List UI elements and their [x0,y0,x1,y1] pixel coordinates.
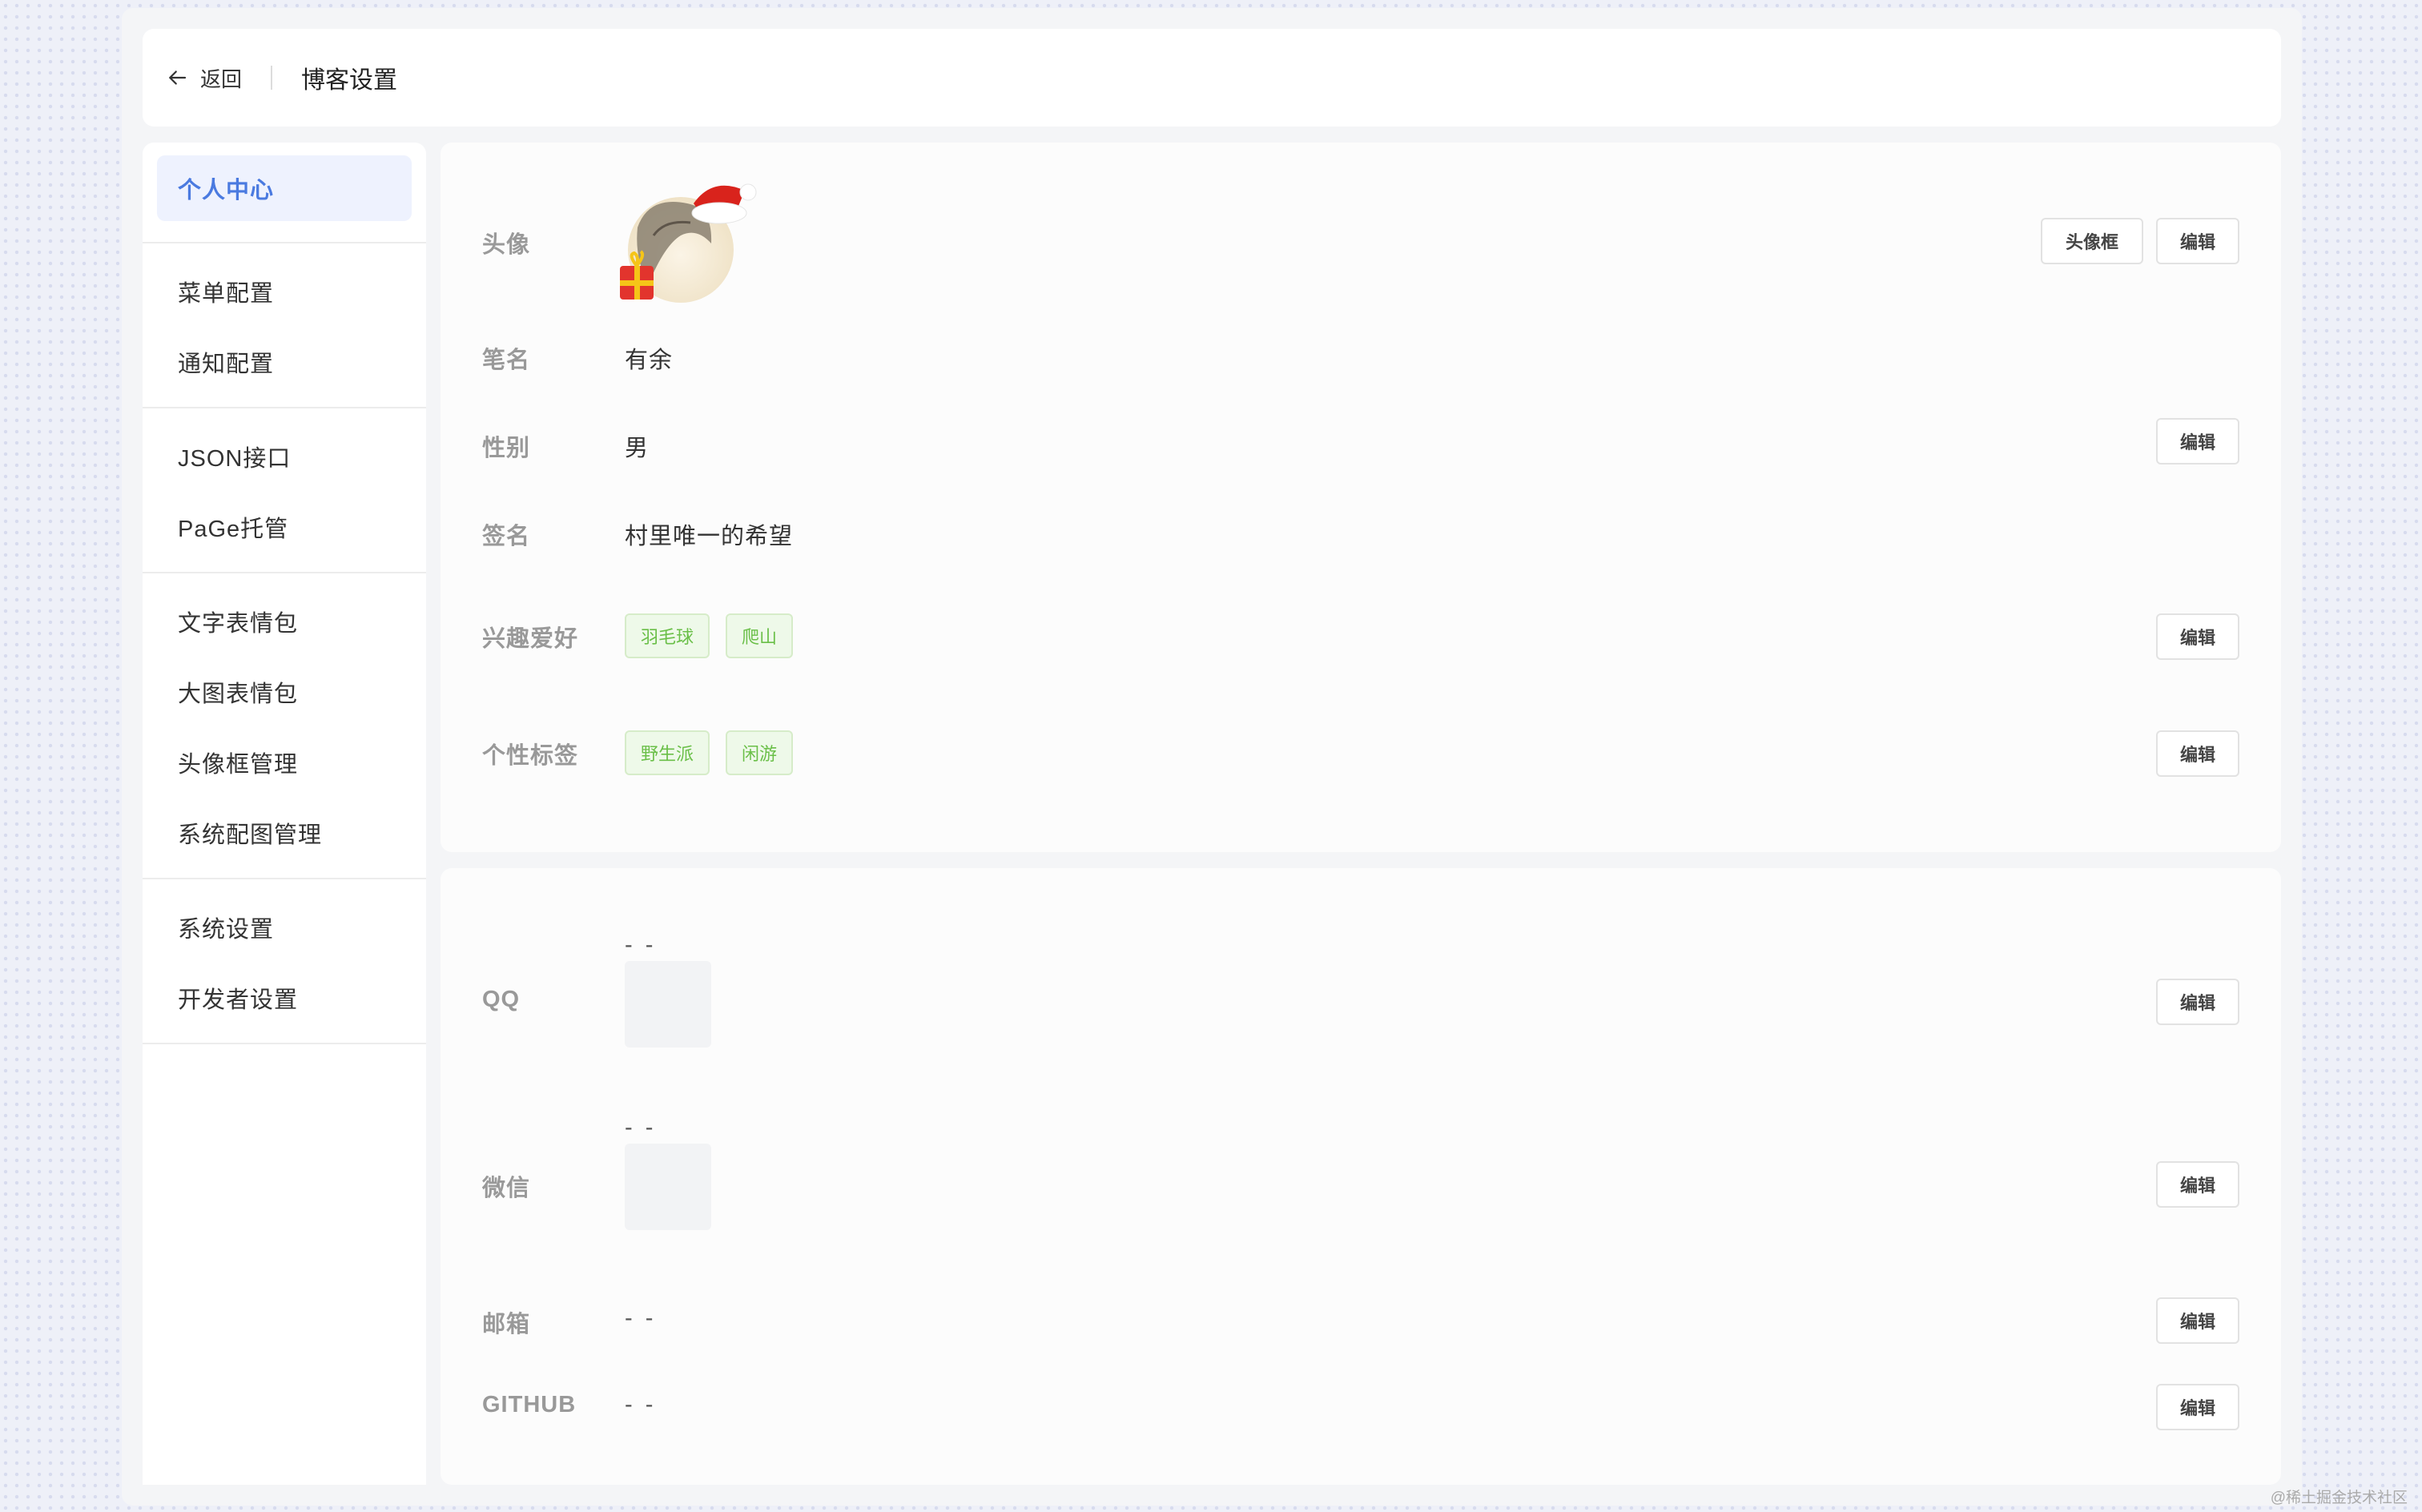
penname-row: 笔名 有余 [441,341,2281,389]
sidebar-item-menu-config[interactable]: 菜单配置 [143,256,426,327]
edit-hobbies-button[interactable]: 编辑 [2156,613,2239,660]
sidebar-item-image-emoji[interactable]: 大图表情包 [143,657,426,727]
sidebar-item-system-settings[interactable]: 系统设置 [143,892,426,963]
qq-label: QQ [482,987,521,1012]
signature-row: 签名 村里唯一的希望 [441,517,2281,565]
tags-row: 个性标签 野生派 闲游 编辑 [441,729,2281,777]
signature-value: 村里唯一的希望 [625,524,794,549]
signature-label: 签名 [482,524,531,549]
avatar-label: 头像 [482,232,531,258]
edit-email-button[interactable]: 编辑 [2156,1297,2239,1344]
top-bar: 返回 博客设置 [143,29,2281,127]
sidebar-group: JSON接口 PaGe托管 [143,408,426,573]
hobbies-label: 兴趣爱好 [482,626,579,652]
qq-row: - - QQ 编辑 [441,932,2281,1076]
personal-tag: 闲游 [726,730,794,775]
sidebar-item-page-hosting[interactable]: PaGe托管 [143,492,426,562]
sidebar: 个人中心 菜单配置 通知配置 JSON接口 PaGe托管 文字表情包 大图表情包… [143,143,426,1485]
github-row: GITHUB - - 编辑 [441,1384,2281,1440]
avatar-frame-button[interactable]: 头像框 [2041,218,2143,264]
gender-label: 性别 [482,436,531,461]
github-label: GITHUB [482,1392,577,1418]
sidebar-item-personal-center[interactable]: 个人中心 [157,155,412,221]
wechat-value: - - [625,1115,657,1140]
page-title: 博客设置 [301,67,398,94]
avatar-row: 头像 头像框 编辑 [441,143,2281,351]
github-value: - - [625,1392,657,1418]
wechat-row: - - 微信 编辑 [441,1115,2281,1259]
edit-qq-button[interactable]: 编辑 [2156,979,2239,1025]
email-value: - - [625,1305,657,1331]
sidebar-group: 个人中心 [143,143,426,243]
gender-value: 男 [625,436,650,461]
qq-qrcode [625,961,711,1048]
hobby-tag: 羽毛球 [625,613,710,658]
arrow-left-icon [169,70,187,85]
back-button[interactable]: 返回 [163,63,242,93]
sidebar-item-developer-settings[interactable]: 开发者设置 [143,963,426,1033]
email-label: 邮箱 [482,1312,531,1337]
profile-card: 头像 头像框 编辑 笔名 有余 性别 男 编辑 签名 村里唯一的希望 兴趣爱好 … [441,143,2281,852]
sidebar-group: 文字表情包 大图表情包 头像框管理 系统配图管理 [143,573,426,879]
watermark: @稀土掘金技术社区 [2270,1490,2408,1506]
wechat-qrcode [625,1144,711,1230]
gender-row: 性别 男 编辑 [441,418,2281,477]
back-label: 返回 [200,66,243,91]
personal-tag: 野生派 [625,730,710,775]
sidebar-item-system-images[interactable]: 系统配图管理 [143,798,426,868]
sidebar-group: 菜单配置 通知配置 [143,243,426,408]
qq-value: - - [625,932,657,958]
edit-tags-button[interactable]: 编辑 [2156,730,2239,777]
avatar[interactable] [617,171,761,316]
sidebar-item-json-api[interactable]: JSON接口 [143,421,426,492]
email-row: 邮箱 - - 编辑 [441,1297,2281,1353]
edit-github-button[interactable]: 编辑 [2156,1384,2239,1430]
wechat-label: 微信 [482,1176,531,1201]
hobby-tag: 爬山 [726,613,794,658]
penname-value: 有余 [625,348,674,373]
contact-card: - - QQ 编辑 - - 微信 编辑 邮箱 - - 编辑 GITHUB - -… [441,868,2281,1485]
sidebar-item-notification-config[interactable]: 通知配置 [143,327,426,397]
sidebar-group: 系统设置 开发者设置 [143,879,426,1044]
hobbies-row: 兴趣爱好 羽毛球 爬山 编辑 [441,613,2281,662]
tags-label: 个性标签 [482,743,579,769]
edit-gender-button[interactable]: 编辑 [2156,418,2239,464]
sidebar-item-avatar-frame[interactable]: 头像框管理 [143,727,426,798]
edit-avatar-button[interactable]: 编辑 [2156,218,2239,264]
penname-label: 笔名 [482,348,531,373]
edit-wechat-button[interactable]: 编辑 [2156,1161,2239,1208]
sidebar-item-text-emoji[interactable]: 文字表情包 [143,586,426,657]
divider [271,66,273,90]
